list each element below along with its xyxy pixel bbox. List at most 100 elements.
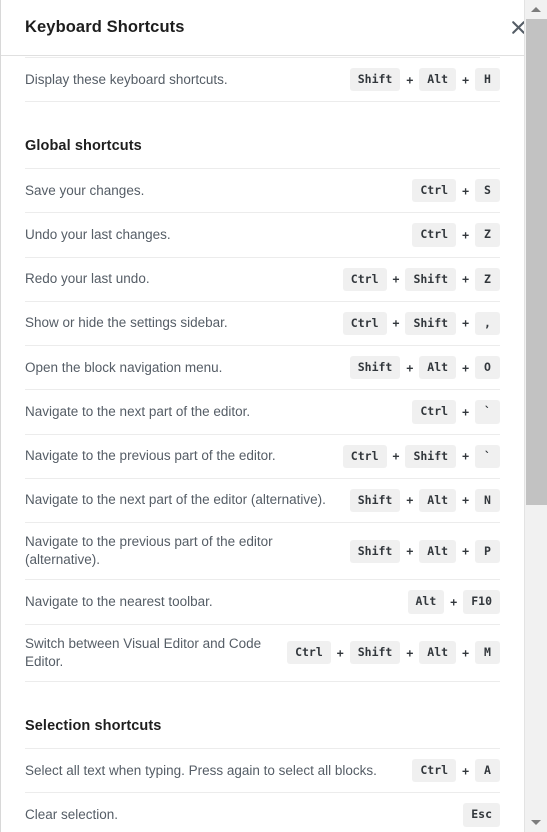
keycap: Ctrl	[342, 444, 387, 468]
key-separator: +	[462, 72, 469, 87]
keycap: Shift	[349, 68, 401, 92]
page-title: Keyboard Shortcuts	[25, 18, 185, 36]
shortcut-key-combination: Ctrl + Shift + `	[342, 444, 500, 468]
key-separator: +	[406, 544, 414, 559]
scrollbar-track[interactable]	[526, 505, 547, 813]
key-separator: +	[462, 183, 469, 198]
key-separator: +	[406, 72, 414, 87]
shortcut-description: Navigate to the nearest toolbar.	[25, 593, 213, 609]
shortcut-row: Navigate to the previous part of the edi…	[25, 433, 500, 478]
scrollbar-thumb[interactable]	[526, 19, 547, 505]
shortcut-key-combination: Ctrl + `	[412, 400, 500, 424]
shortcut-description: Clear selection.	[25, 806, 119, 822]
keycap: F10	[463, 590, 500, 614]
keycap: Shift	[349, 488, 401, 512]
shortcut-row: Clear selection. Esc	[25, 792, 500, 832]
keycap: P	[475, 539, 500, 563]
section-heading: Global shortcuts	[25, 138, 142, 155]
keycap: N	[475, 488, 500, 512]
shortcut-key-combination: Alt + F10	[407, 590, 500, 614]
shortcut-description: Display these keyboard shortcuts.	[25, 71, 228, 87]
shortcut-description: Redo your last undo.	[25, 271, 150, 287]
scroll-down-button[interactable]	[525, 813, 547, 832]
shortcut-key-combination: Shift + Alt + O	[349, 356, 500, 380]
shortcut-list: Save your changes. Ctrl + S Undo your last c…	[25, 168, 500, 683]
keycap: Shift	[349, 641, 401, 665]
keycap: O	[475, 356, 500, 380]
shortcut-row: Save your changes. Ctrl + S	[25, 168, 500, 212]
keycap: Ctrl	[412, 759, 457, 783]
keycap: Alt	[419, 68, 457, 92]
keyboard-shortcuts-dialog: Keyboard Shortcuts Display these keyboar…	[0, 0, 547, 832]
shortcut-key-combination: Shift + Alt + P	[349, 539, 500, 563]
shortcut-description: Undo your last changes.	[25, 226, 171, 242]
key-separator: +	[392, 272, 400, 287]
shortcut-row: Open the block navigation menu. Shift + Alt…	[25, 345, 500, 389]
key-separator: +	[462, 404, 469, 419]
key-separator: +	[462, 763, 469, 778]
key-separator: +	[462, 493, 469, 508]
shortcut-row: Navigate to the next part of the editor.…	[25, 389, 500, 433]
shortcut-description: Select all text when typing. Press again…	[25, 762, 377, 778]
shortcut-row: Display these keyboard shortcuts. Shift + A…	[25, 57, 500, 103]
keycap: `	[475, 444, 500, 468]
shortcut-description: Switch between Visual Editor and Code Ed…	[25, 635, 262, 669]
shortcut-description: Navigate to the next part of the editor.	[25, 403, 251, 419]
keycap: Shift	[405, 444, 457, 468]
keycap: Shift	[405, 311, 457, 336]
shortcut-key-combination: Ctrl + A	[412, 759, 500, 783]
shortcut-description: Save your changes.	[25, 182, 145, 198]
shortcut-row: Switch between Visual Editor and Code Ed…	[25, 623, 500, 683]
shortcut-key-combination: Ctrl + Shift + Z	[342, 267, 500, 291]
shortcut-row: Navigate to the previous part of the edi…	[25, 521, 500, 579]
shortcut-section: Global shortcuts Save your changes. Ctrl + S…	[25, 102, 500, 683]
keycap: Alt	[419, 356, 457, 380]
shortcut-key-combination: Shift + Alt + H	[349, 68, 500, 92]
keycap: Esc	[463, 803, 500, 827]
shortcut-key-combination: Shift + Alt + N	[349, 488, 500, 512]
keycap: Alt	[419, 641, 457, 665]
shortcut-key-combination: Ctrl + S	[412, 179, 500, 203]
shortcut-key-combination: Ctrl + Shift +,	[342, 311, 500, 336]
keycap: Alt	[407, 590, 445, 614]
scroll-up-button[interactable]	[525, 0, 547, 19]
scroll-down-arrow-icon	[531, 820, 541, 825]
key-separator: +	[336, 645, 344, 660]
shortcut-list: Display these keyboard shortcuts. Shift + A…	[25, 57, 500, 103]
keycap: Ctrl	[342, 267, 387, 291]
shortcut-section: Selection shortcuts Select all text when …	[25, 682, 500, 832]
key-separator: +	[406, 493, 414, 508]
key-separator: +	[450, 595, 458, 610]
keycap: Alt	[419, 488, 457, 512]
shortcut-row: Undo your last changes. Ctrl + Z	[25, 212, 500, 256]
shortcut-description: Navigate to the previous part of the edi…	[25, 533, 273, 568]
keycap: Ctrl	[342, 311, 387, 336]
shortcut-description: Show or hide the settings sidebar.	[25, 315, 228, 331]
shortcut-key-combination: Ctrl + Shift + Alt + M	[287, 641, 500, 665]
key-separator: +	[406, 360, 414, 375]
shortcut-section: Display these keyboard shortcuts. Shift + A…	[25, 57, 500, 103]
scroll-up-arrow-icon	[531, 7, 541, 12]
key-separator: +	[462, 272, 469, 287]
shortcut-row: Navigate to the next part of the editor …	[25, 477, 500, 522]
vertical-scrollbar[interactable]	[524, 0, 547, 832]
shortcut-key-combination: Esc	[463, 803, 500, 827]
keycap: `	[475, 400, 500, 424]
keycap: Z	[475, 223, 500, 247]
shortcuts-scroll-area[interactable]: Display these keyboard shortcuts. Shift + A…	[1, 57, 524, 832]
keycap: Ctrl	[412, 400, 457, 424]
keycap: Shift	[349, 539, 401, 563]
shortcut-row: Redo your last undo. Ctrl + Shift + Z	[25, 256, 500, 301]
key-separator: +	[462, 544, 469, 559]
keycap: M	[475, 641, 500, 665]
keycap: Z	[475, 267, 500, 291]
keycap: S	[475, 179, 500, 203]
section-heading: Selection shortcuts	[25, 718, 162, 735]
shortcut-sections: Display these keyboard shortcuts. Shift + A…	[25, 57, 500, 832]
keycap: Ctrl	[412, 179, 457, 203]
shortcut-description: Navigate to the next part of the editor …	[25, 492, 326, 508]
keycap: Shift	[405, 267, 457, 291]
shortcut-row: Show or hide the settings sidebar. Ctrl + S…	[25, 300, 500, 345]
keycap: Ctrl	[412, 223, 457, 247]
key-separator: +	[392, 316, 400, 331]
